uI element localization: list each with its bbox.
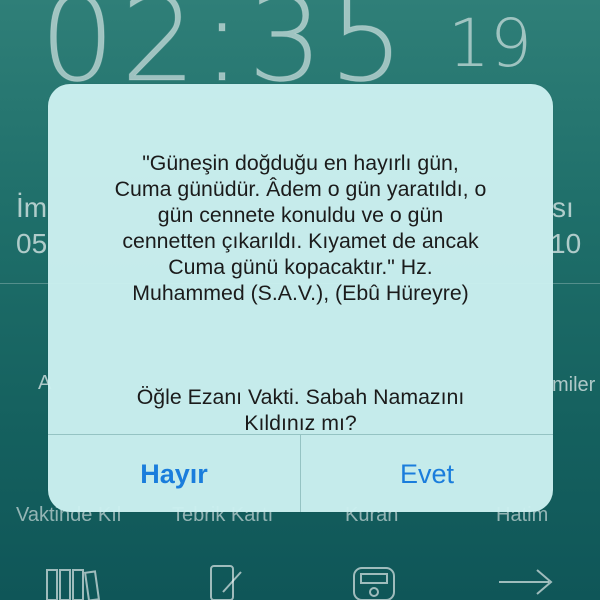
alert-button-row: Hayır Evet xyxy=(48,434,553,512)
right-prayer-time: 10 xyxy=(550,228,582,259)
right-prayer-label: sı xyxy=(552,192,574,223)
no-button[interactable]: Hayır xyxy=(48,435,300,512)
arrow-right-icon[interactable] xyxy=(495,562,555,600)
alert-dialog: "Güneşin doğduğu en hayırlı gün, Cuma gü… xyxy=(48,84,553,512)
left-prayer-label: İm xyxy=(16,192,48,223)
phone-edit-icon[interactable] xyxy=(205,562,245,600)
alert-message: "Güneşin doğduğu en hayırlı gün, Cuma gü… xyxy=(78,124,523,462)
left-prayer-time: 05 xyxy=(16,228,48,259)
clock-seconds: 19 xyxy=(448,5,532,82)
counter-icon[interactable] xyxy=(350,562,400,600)
books-icon[interactable] xyxy=(45,562,105,600)
yes-button[interactable]: Evet xyxy=(300,435,553,512)
right-menu-item[interactable]: miler xyxy=(552,374,595,397)
alert-quote: "Güneşin doğduğu en hayırlı gün, Cuma gü… xyxy=(114,151,487,305)
alert-question: Öğle Ezanı Vakti. Sabah Namazını Kıldını… xyxy=(136,385,465,435)
